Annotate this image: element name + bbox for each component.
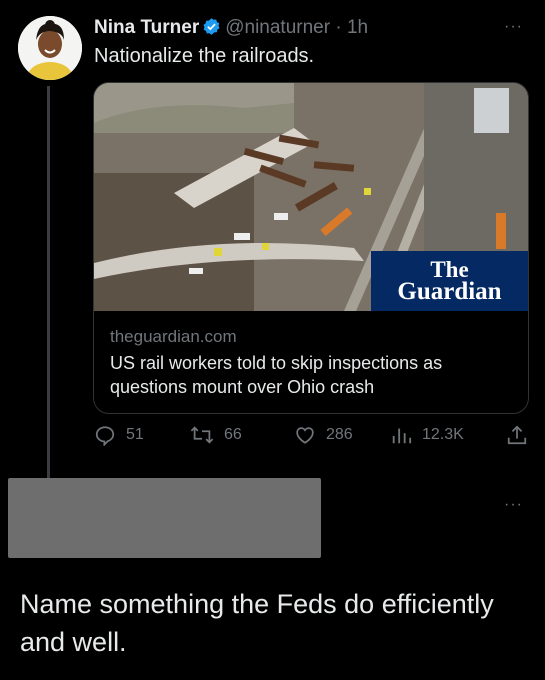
action-bar: 51 66 286 12.3K [94,424,534,450]
like-count: 286 [326,426,353,443]
retweet-button[interactable]: 66 [190,424,242,446]
reply-button[interactable]: 51 [94,424,144,446]
avatar[interactable] [18,16,82,80]
verified-badge-icon [202,17,221,42]
share-icon [507,425,527,445]
link-card[interactable]: The Guardian theguardian.com US rail wor… [93,82,529,414]
reply-count: 51 [126,426,144,443]
tweet-header: Nina Turner @ninaturner · 1h [94,17,368,42]
thread-line [47,86,50,482]
like-button[interactable]: 286 [294,424,353,446]
card-title: US rail workers told to skip inspections… [110,353,443,397]
retweet-icon [190,426,214,444]
redacted-user-block [8,478,321,558]
tweet-text: Nationalize the railroads. [94,45,315,67]
card-image: The Guardian [94,83,528,311]
views-button[interactable]: 12.3K [390,424,464,446]
reply-icon [95,426,115,446]
separator-dot: · [335,17,342,38]
heart-icon [296,427,314,444]
more-options-icon[interactable]: ··· [504,18,523,36]
views-icon [392,428,412,444]
guardian-logo-line2: Guardian [397,278,502,305]
author-handle[interactable]: @ninaturner [225,17,330,38]
reply-text: Name something the Feds do efficiently a… [20,589,494,657]
card-domain: theguardian.com [110,327,237,346]
timestamp[interactable]: 1h [347,17,368,38]
share-button[interactable] [506,424,528,451]
author-name[interactable]: Nina Turner [94,17,199,38]
views-count: 12.3K [422,426,464,443]
reply-more-options-icon[interactable]: ··· [504,496,523,514]
retweet-count: 66 [224,426,242,443]
guardian-logo: The Guardian [371,251,528,311]
